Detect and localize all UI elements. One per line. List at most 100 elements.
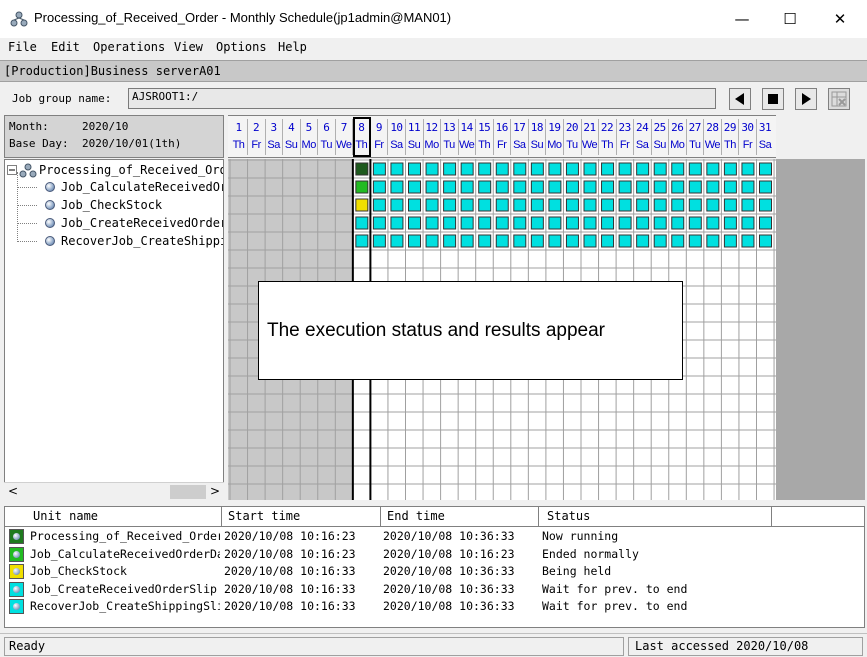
schedule-cell xyxy=(425,234,439,248)
calendar-separator xyxy=(738,119,740,155)
schedule-cell xyxy=(460,216,474,230)
schedule-cell xyxy=(443,216,457,230)
next-month-button[interactable] xyxy=(795,88,817,110)
calendar-weekday: Fr xyxy=(742,139,753,151)
calendar-weekday: Fr xyxy=(374,139,384,151)
schedule-cell xyxy=(723,180,737,194)
column-header-status[interactable]: Status xyxy=(539,507,772,527)
schedule-cell xyxy=(618,162,632,176)
schedule-cell xyxy=(583,216,597,230)
calendar-day-number: 19 xyxy=(548,121,561,134)
scroll-left-icon[interactable]: < xyxy=(8,484,18,498)
schedule-cell xyxy=(759,180,772,194)
tree-item-label: Job_CheckStock xyxy=(61,198,163,212)
status-cell: Being held xyxy=(542,564,612,578)
table-row[interactable]: Processing_of_Received_Order 2020/10/08 1… xyxy=(5,528,864,545)
job-icon xyxy=(13,585,20,593)
schedule-cell xyxy=(636,216,650,230)
schedule-cell xyxy=(688,180,702,194)
scroll-right-icon[interactable]: > xyxy=(210,484,220,498)
schedule-cell xyxy=(583,198,597,212)
calendar-day-number: 7 xyxy=(340,121,348,134)
collapse-icon[interactable] xyxy=(7,165,17,175)
table-row[interactable]: Job_CalculateReceivedOrderData 2020/10/08… xyxy=(5,546,864,563)
calendar-weekday: Tu xyxy=(566,139,578,151)
schedule-cell xyxy=(565,180,579,194)
schedule-cell xyxy=(443,180,457,194)
calendar-day-number: 11 xyxy=(407,121,421,134)
calendar-day-number: 27 xyxy=(688,121,702,134)
calendar-day-number: 5 xyxy=(305,121,313,134)
column-header-unit-name[interactable]: Unit name xyxy=(5,507,222,527)
schedule-cell xyxy=(671,234,685,248)
menu-options[interactable]: Options xyxy=(216,40,267,54)
calendar-weekday: Mo xyxy=(424,139,439,151)
end-time-cell: 2020/10/08 10:36:33 xyxy=(383,599,515,613)
schedule-cell xyxy=(723,234,737,248)
jobnet-running-icon xyxy=(9,529,24,544)
calendar-separator xyxy=(440,119,442,155)
column-header-start-time[interactable]: Start time xyxy=(222,507,381,527)
tree-item-jobnet[interactable]: Processing_of_Received_Order xyxy=(5,161,223,179)
schedule-cell xyxy=(636,234,650,248)
maximize-button[interactable]: ☐ xyxy=(767,0,813,38)
tree-item-job[interactable]: RecoverJob_CreateShippingSlip xyxy=(5,232,223,250)
unit-status-list[interactable]: Unit name Start time End time Status Pro… xyxy=(4,506,865,628)
calendar-separator xyxy=(545,119,547,155)
calendar-separator xyxy=(685,119,687,155)
schedule-cell xyxy=(653,234,667,248)
current-month-button[interactable] xyxy=(762,88,784,110)
unit-tree[interactable]: Processing_of_Received_Order Job_Calcula… xyxy=(4,159,224,500)
tree-horizontal-scrollbar[interactable]: < > xyxy=(4,482,224,500)
schedule-cell xyxy=(390,162,404,176)
close-view-button[interactable] xyxy=(828,88,850,110)
schedule-cell xyxy=(741,198,755,212)
table-row[interactable]: Job_CheckStock 2020/10/08 10:16:33 2020/10… xyxy=(5,563,864,580)
column-header-end-time[interactable]: End time xyxy=(381,507,539,527)
schedule-cell xyxy=(723,162,737,176)
base-day-label: Base Day: xyxy=(9,137,69,150)
calendar-day-number: 4 xyxy=(288,121,295,134)
calendar-weekday: Tu xyxy=(443,139,455,151)
schedule-cell xyxy=(601,234,615,248)
menu-operations[interactable]: Operations xyxy=(93,40,165,54)
calendar-weekday: Sa xyxy=(267,139,280,151)
schedule-cell xyxy=(548,180,562,194)
table-row[interactable]: RecoverJob_CreateShippingSlip 2020/10/08 … xyxy=(5,598,864,615)
previous-month-button[interactable] xyxy=(729,88,751,110)
menu-edit[interactable]: Edit xyxy=(51,40,80,54)
calendar-header: 1 Th 2 Fr 3 Sa 4 Su 5 Mo 6 Tu 7 We 8 Th 9 Fr 10 Sa 11 Su 12 Mo 1… xyxy=(228,115,776,158)
close-button[interactable]: ✕ xyxy=(817,0,863,38)
month-label: Month: xyxy=(9,120,49,133)
schedule-cell xyxy=(495,180,509,194)
scroll-thumb[interactable] xyxy=(170,485,206,499)
job-group-label: Job group name: xyxy=(12,92,112,105)
job-group-field[interactable]: AJSROOT1:/ xyxy=(128,88,716,109)
schedule-cell xyxy=(548,198,562,212)
schedule-cell xyxy=(355,234,369,248)
calendar-separator xyxy=(299,119,301,155)
table-row[interactable]: Job_CreateReceivedOrderSlip 2020/10/08 10… xyxy=(5,581,864,598)
minimize-button[interactable]: — xyxy=(719,0,765,38)
schedule-cell xyxy=(372,216,386,230)
job-icon xyxy=(13,550,20,558)
status-cell: Wait for prev. to end xyxy=(542,599,688,613)
schedule-cell xyxy=(408,216,421,230)
unit-name-cell: RecoverJob_CreateShippingSlip xyxy=(30,599,220,613)
start-time-cell: 2020/10/08 10:16:23 xyxy=(224,546,356,561)
menu-help[interactable]: Help xyxy=(278,40,307,54)
menu-file[interactable]: File xyxy=(8,40,37,54)
schedule-cell xyxy=(478,234,492,248)
calendar-day-number: 17 xyxy=(513,121,526,134)
status-cell: Ended normally xyxy=(542,546,639,561)
schedule-cell xyxy=(706,234,720,248)
schedule-cell xyxy=(408,198,421,212)
tree-item-job[interactable]: Job_CheckStock xyxy=(5,196,223,214)
schedule-cell xyxy=(530,234,544,248)
tree-item-job[interactable]: Job_CalculateReceivedOrderData xyxy=(5,178,223,196)
menu-view[interactable]: View xyxy=(174,40,203,54)
month-info-panel: Month: 2020/10 Base Day: 2020/10/01(1th) xyxy=(4,115,224,158)
schedule-cell xyxy=(460,198,474,212)
tree-item-job[interactable]: Job_CreateReceivedOrderSlip xyxy=(5,214,223,232)
start-time-cell: 2020/10/08 10:16:33 xyxy=(224,599,356,613)
